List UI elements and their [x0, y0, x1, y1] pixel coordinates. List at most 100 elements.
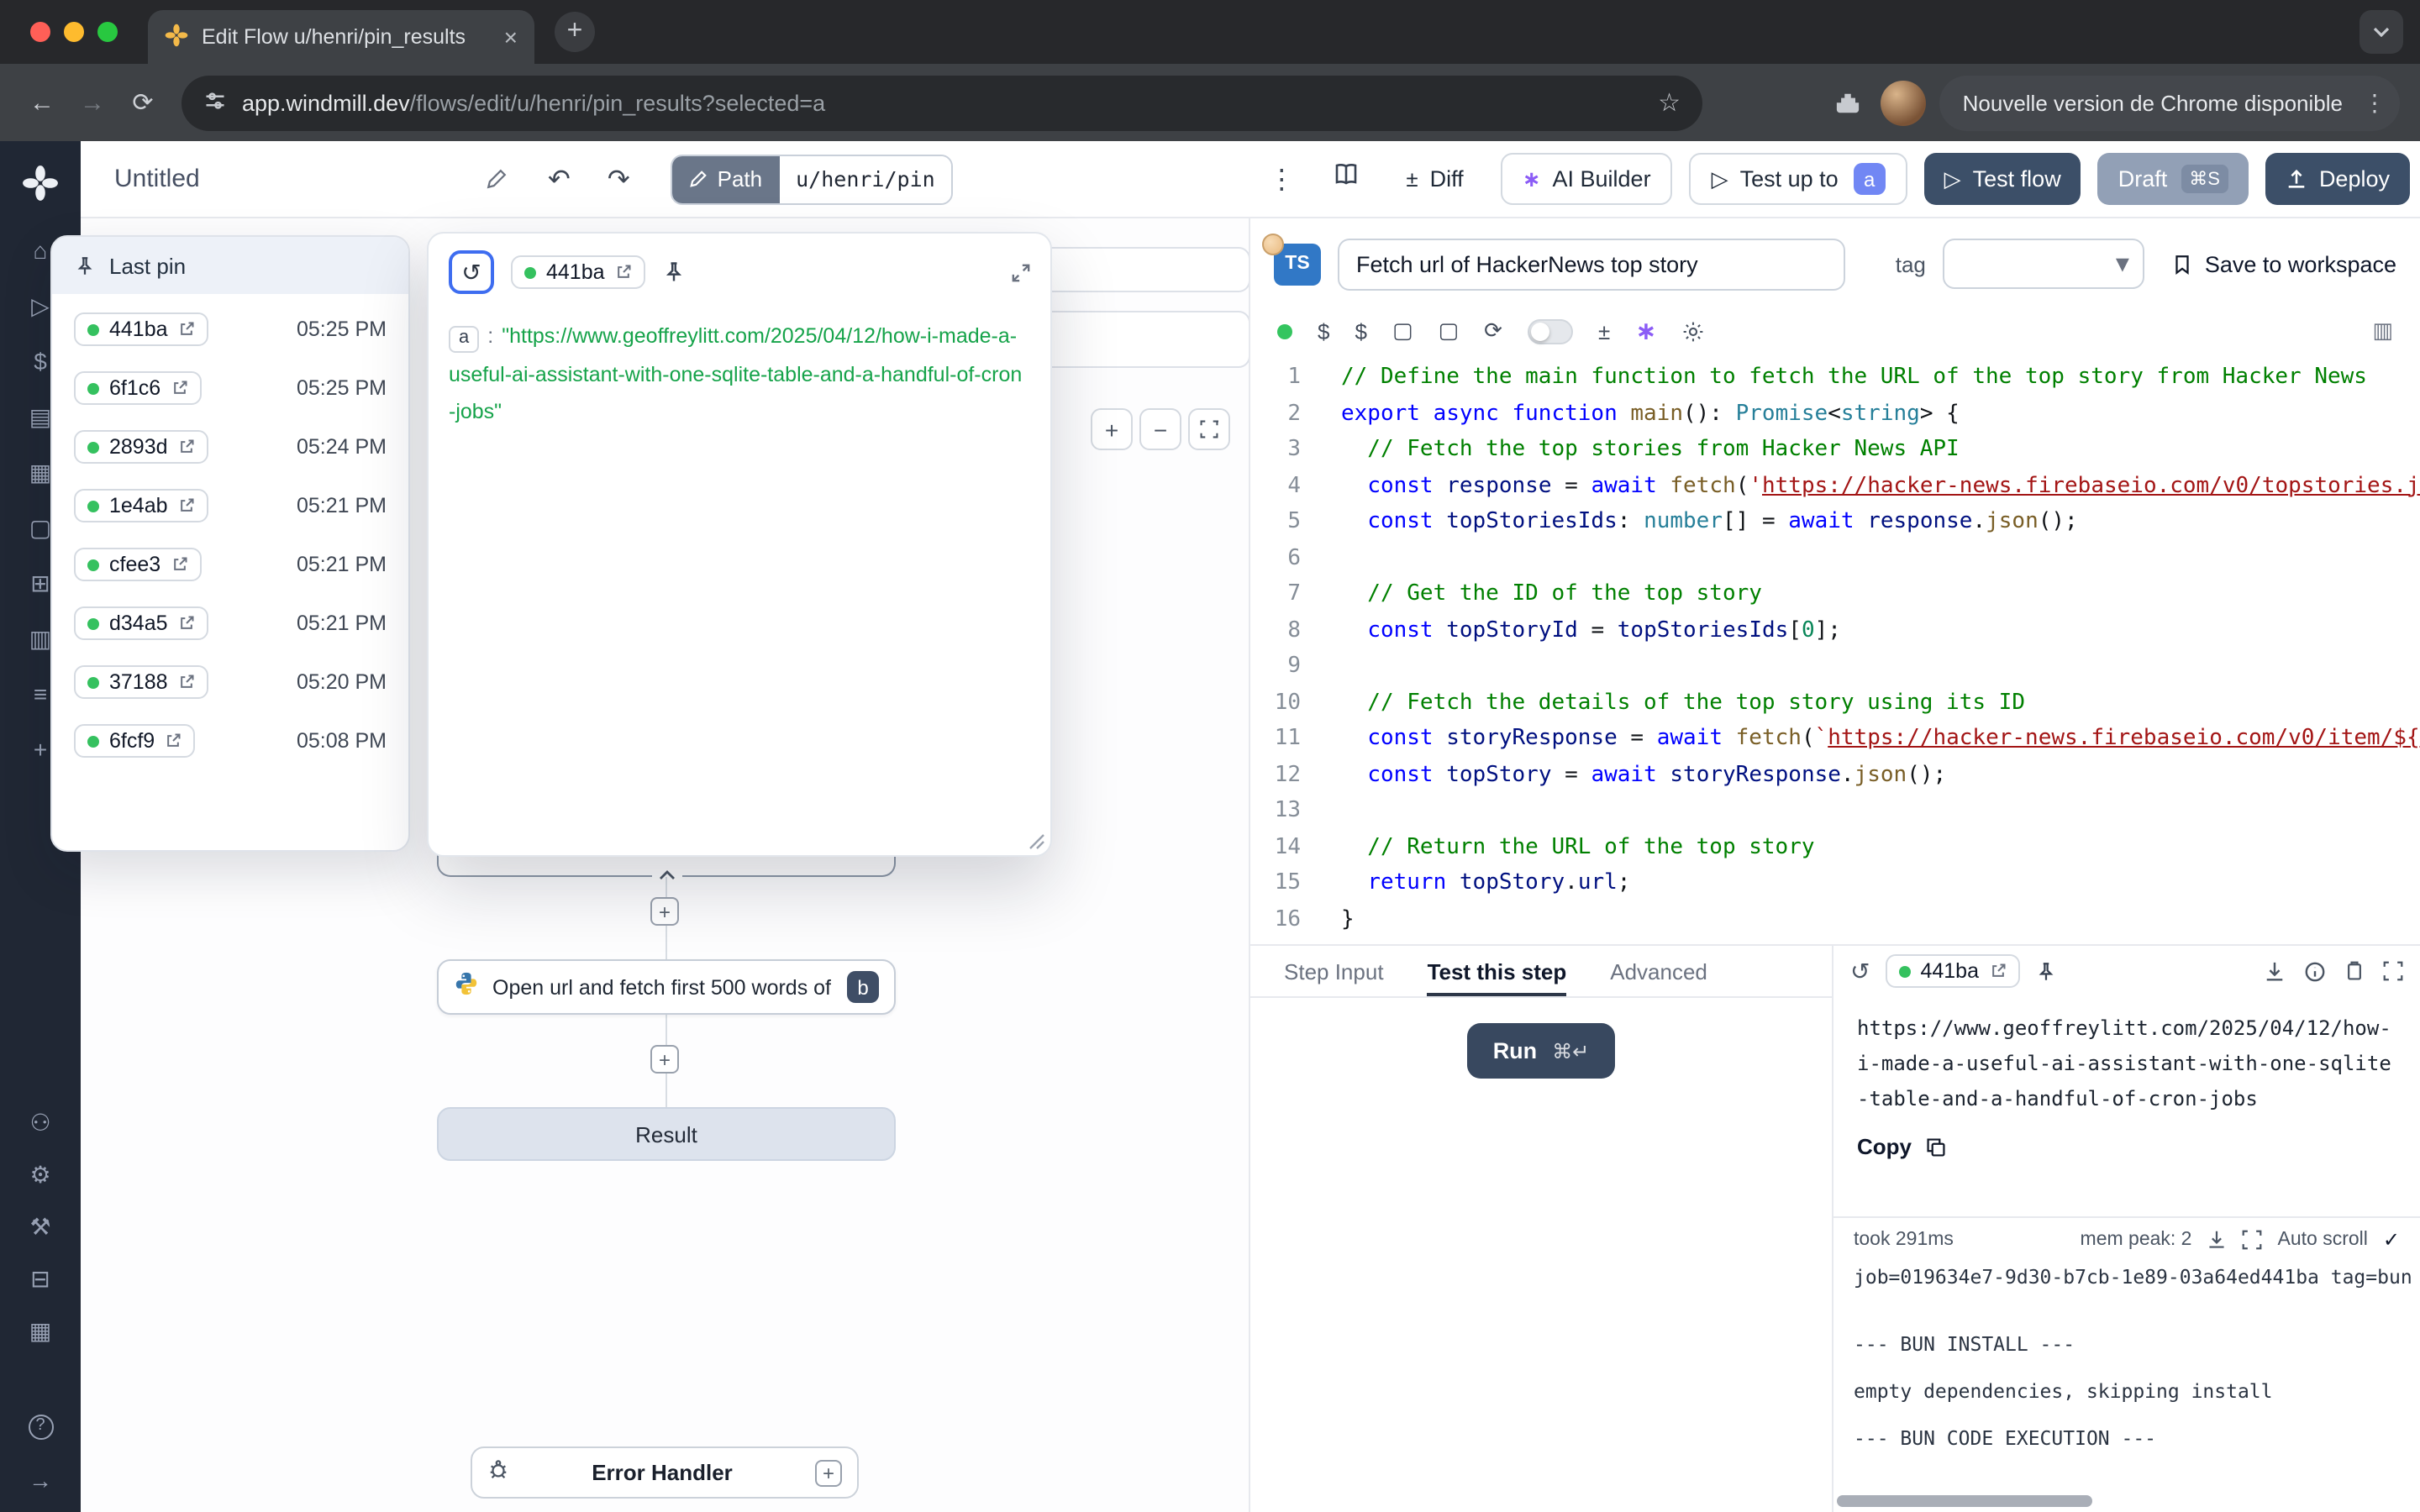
code-editor[interactable]: 12345678910111213141516 // Define the ma… [1250, 353, 2420, 944]
package-icon[interactable]: ▢ [1392, 318, 1413, 344]
save-to-workspace-button[interactable]: Save to workspace [2171, 251, 2396, 276]
pin-id-chip[interactable]: 441ba [1885, 954, 2019, 989]
last-pin-row[interactable]: d34a505:21 PM [66, 596, 395, 650]
test-up-to-button[interactable]: ▷Test up toa [1690, 153, 1907, 205]
last-pin-row[interactable]: 441ba05:25 PM [66, 302, 395, 356]
flow-title[interactable]: Untitled [101, 158, 521, 200]
last-pin-row[interactable]: 3718805:20 PM [66, 655, 395, 709]
run-button[interactable]: Run⌘↵ [1468, 1023, 1615, 1079]
draft-button[interactable]: Draft⌘S [2098, 153, 2249, 205]
undo-button[interactable]: ↶ [538, 159, 581, 199]
reload-button[interactable]: ⟳ [118, 77, 168, 128]
pin-id-chip[interactable]: cfee3 [74, 548, 201, 582]
reload-icon[interactable]: ⟳ [1484, 318, 1502, 344]
last-pin-row[interactable]: 6f1c605:25 PM [66, 361, 395, 415]
resources-icon[interactable]: $ [1355, 318, 1366, 344]
diff-toggle[interactable] [1528, 318, 1573, 344]
module-node[interactable]: Open url and fetch first 500 words of ..… [437, 959, 896, 1015]
pin-icon[interactable] [2034, 960, 2056, 982]
fullscreen-icon[interactable] [2383, 961, 2403, 981]
pin-id-chip[interactable]: 2893d [74, 430, 208, 465]
tag-select[interactable]: ▾ [1943, 239, 2144, 289]
redo-button[interactable]: ↷ [597, 159, 640, 199]
window-close-button[interactable] [30, 22, 50, 42]
result-node[interactable]: Result [437, 1107, 896, 1161]
sidebar-item-settings[interactable]: ⚙ [25, 1163, 55, 1186]
flow-node-partial[interactable] [1039, 247, 1250, 292]
new-tab-button[interactable]: + [555, 12, 595, 52]
expand-logs-icon[interactable] [2243, 1230, 2263, 1250]
chrome-menu-icon[interactable]: ⋮ [2363, 88, 2386, 117]
sidebar-item-collapse[interactable]: → [25, 1468, 55, 1492]
settings-gear-icon[interactable] [1681, 320, 1703, 342]
docs-icon[interactable] [1322, 158, 1369, 200]
language-badge[interactable]: TS [1274, 243, 1321, 285]
history-toggle-button[interactable]: ↺ [449, 250, 494, 294]
ai-gen-icon[interactable]: ∗ [1635, 316, 1656, 346]
back-button[interactable]: ← [17, 77, 67, 128]
window-minimize-button[interactable] [64, 22, 84, 42]
auto-scroll-checkbox[interactable]: ✓ [2383, 1228, 2400, 1252]
pin-id-chip[interactable]: d34a5 [74, 606, 208, 641]
resize-handle[interactable] [1028, 833, 1045, 850]
horizontal-scrollbar[interactable] [1837, 1495, 2092, 1507]
flow-path-control[interactable]: Path u/henri/pin [671, 154, 954, 204]
pin-id-chip[interactable]: 6fcf9 [74, 724, 195, 759]
window-zoom-button[interactable] [97, 22, 118, 42]
test-flow-button[interactable]: ▷Test flow [1924, 153, 2081, 205]
clipboard-icon[interactable] [2344, 961, 2365, 981]
dependencies-icon[interactable]: ▢ [1439, 318, 1460, 344]
info-icon[interactable] [2304, 960, 2326, 982]
download-logs-icon[interactable] [2207, 1230, 2228, 1250]
browser-tab[interactable]: Edit Flow u/henri/pin_results × [148, 10, 534, 64]
expand-icon[interactable] [1012, 263, 1030, 281]
ai-builder-button[interactable]: ∗AI Builder [1501, 153, 1673, 205]
diff-icon[interactable]: ± [1598, 318, 1610, 344]
sidebar-item-help[interactable]: ? [28, 1415, 53, 1440]
tab-close-icon[interactable]: × [504, 24, 518, 50]
pin-id-chip[interactable]: 6f1c6 [74, 371, 201, 406]
copy-button[interactable]: Copy [1833, 1121, 2420, 1173]
download-result-icon[interactable] [2264, 960, 2286, 982]
error-handler-node[interactable]: Error Handler + [471, 1446, 859, 1499]
sidebar-item-workspace[interactable]: ▦ [25, 1319, 55, 1342]
diff-button[interactable]: ±Diff [1386, 153, 1483, 205]
tab-step-input[interactable]: Step Input [1284, 946, 1384, 996]
pin-id-chip[interactable]: 37188 [74, 665, 208, 700]
sidebar-item-workers[interactable]: ⚒ [25, 1215, 55, 1238]
zoom-fit-button[interactable] [1188, 408, 1230, 450]
tab-test-this-step[interactable]: Test this step [1428, 946, 1567, 996]
zoom-out-button[interactable]: − [1139, 408, 1181, 450]
add-step-button[interactable]: + [650, 897, 679, 926]
tab-advanced[interactable]: Advanced [1610, 946, 1707, 996]
step-summary-input[interactable] [1338, 238, 1845, 290]
address-bar[interactable]: app.windmill.dev/flows/edit/u/henri/pin_… [182, 75, 1702, 130]
forward-button[interactable]: → [67, 77, 118, 128]
profile-avatar[interactable] [1881, 80, 1926, 125]
library-panel-icon[interactable]: ▥ [2372, 318, 2393, 344]
tab-search-button[interactable] [2360, 10, 2403, 54]
zoom-in-button[interactable]: + [1091, 408, 1133, 450]
chrome-update-button[interactable]: Nouvelle version de Chrome disponible ⋮ [1939, 75, 2400, 130]
history-icon[interactable]: ↺ [1850, 957, 1870, 985]
last-pin-row[interactable]: 2893d05:24 PM [66, 420, 395, 474]
pin-id-chip[interactable]: 441ba [74, 312, 208, 347]
last-pin-row[interactable]: cfee305:21 PM [66, 538, 395, 591]
extensions-icon[interactable] [1828, 90, 1867, 115]
variables-icon[interactable]: $ [1318, 318, 1329, 344]
deploy-button[interactable]: Deploy [2265, 153, 2410, 205]
sidebar-item-user[interactable]: ⚇ [25, 1110, 55, 1134]
pin-id-chip[interactable]: 1e4ab [74, 489, 208, 523]
pin-id-chip[interactable]: 441ba [511, 255, 645, 290]
more-options-button[interactable]: ⋮ [1258, 159, 1305, 199]
site-controls-icon[interactable] [203, 88, 227, 117]
windmill-logo[interactable] [22, 165, 59, 202]
pin-icon[interactable] [662, 260, 686, 284]
flow-node-partial[interactable] [1039, 311, 1250, 368]
add-step-button[interactable]: + [650, 1045, 679, 1074]
bookmark-star-icon[interactable]: ☆ [1658, 87, 1681, 118]
edit-title-icon[interactable] [486, 168, 508, 190]
sidebar-item-folders[interactable]: ⊟ [25, 1267, 55, 1290]
add-error-handler-button[interactable]: + [815, 1459, 842, 1486]
last-pin-row[interactable]: 1e4ab05:21 PM [66, 479, 395, 533]
